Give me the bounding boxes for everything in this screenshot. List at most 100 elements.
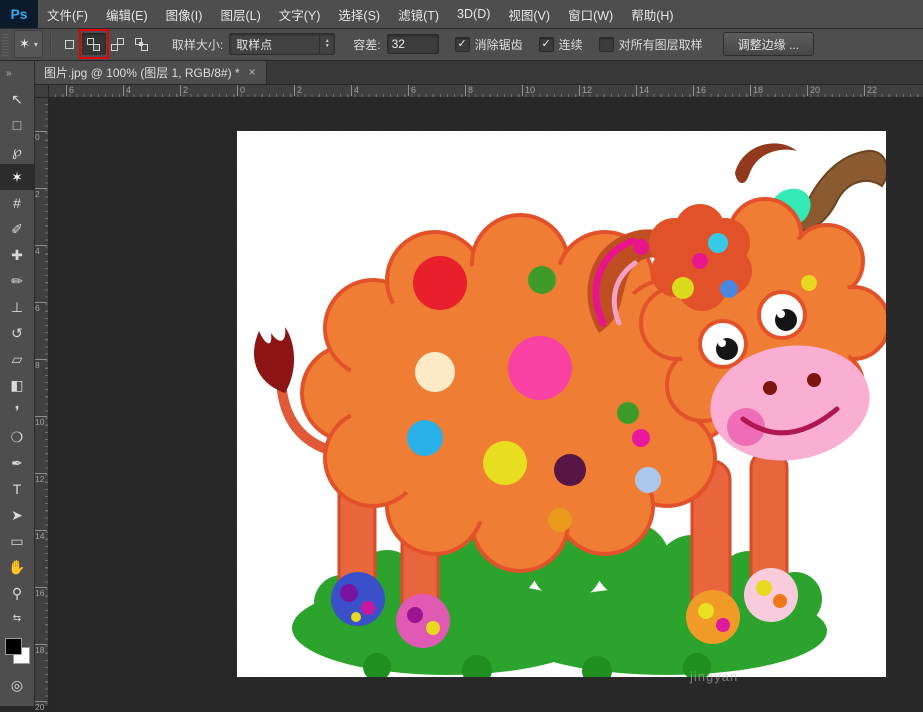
eraser-tool[interactable]: ▱ [0,346,34,372]
blur-tool[interactable]: ❜ [0,398,34,424]
horizontal-ruler[interactable]: 6 4 2 0 2 4 6 8 10 12 14 16 18 20 22 [48,84,923,98]
dodge-tool[interactable]: ❍ [0,424,34,450]
h-ruler-label: 10 [522,85,535,96]
v-ruler-label: 16 [35,587,47,598]
refine-edge-button[interactable]: 调整边缘 ... [723,32,814,56]
selection-mode-group [58,33,154,55]
menu-item-edit[interactable]: 编辑(E) [97,0,157,28]
cow-illustration [237,131,886,677]
flower-dot-cyan [708,233,728,253]
add-to-selection-button[interactable] [82,33,106,55]
tolerance-input[interactable] [387,34,439,54]
tool-preset-picker[interactable]: ✶ ▾ [14,30,43,58]
anti-alias-checkbox[interactable]: ✓ [455,37,470,52]
marquee-tool[interactable]: □ [0,112,34,138]
zoom-tool[interactable]: ⚲ [0,580,34,606]
menu-item-type[interactable]: 文字(Y) [270,0,330,28]
anti-alias-option: ✓ 消除锯齿 [455,36,523,53]
options-bar-grip[interactable] [2,32,9,56]
h-ruler-label: 4 [351,85,359,96]
healing-brush-tool[interactable]: ✚ [0,242,34,268]
eyedropper-tool[interactable]: ✐ [0,216,34,242]
v-ruler-label: 10 [35,416,47,427]
close-icon[interactable]: × [249,65,256,79]
h-ruler-label: 22 [864,85,877,96]
gradient-tool[interactable]: ◧ [0,372,34,398]
intersect-selection-button[interactable] [130,33,154,55]
h-ruler-label: 14 [636,85,649,96]
quick-mask-button[interactable]: ◎ [0,672,34,698]
h-ruler-label: 6 [66,85,74,96]
lasso-tool[interactable]: ℘ [0,138,34,164]
blur-icon: ❜ [15,404,20,418]
lasso-icon: ℘ [12,144,22,158]
dropdown-spinner-icon[interactable]: ▲▼ [319,34,334,54]
h-ruler-label: 4 [123,85,131,96]
menu-bar: Ps 文件(F) 编辑(E) 图像(I) 图层(L) 文字(Y) 选择(S) 滤… [0,0,923,29]
path-selection-icon: ➤ [11,508,23,522]
menu-item-file[interactable]: 文件(F) [38,0,97,28]
type-tool[interactable]: T [0,476,34,502]
marquee-icon: □ [13,118,21,132]
h-ruler-label: 20 [807,85,820,96]
sample-size-dropdown[interactable]: 取样点 ▲▼ [229,33,335,55]
contiguous-checkbox[interactable]: ✓ [539,37,554,52]
h-ruler-label: 2 [294,85,302,96]
right-horn [797,151,886,231]
move-icon: ↖ [11,92,23,106]
tolerance-label: 容差: [353,36,380,53]
menu-item-select[interactable]: 选择(S) [329,0,389,28]
h-ruler-label: 2 [180,85,188,96]
history-brush-tool[interactable]: ↺ [0,320,34,346]
document-title: 图片.jpg @ 100% (图层 1, RGB/8#) * [44,64,240,81]
dodge-icon: ❍ [11,430,24,444]
document-tab[interactable]: 图片.jpg @ 100% (图层 1, RGB/8#) * × [34,60,267,84]
sample-all-layers-option: 对所有图层取样 [599,36,703,53]
v-ruler-label: 4 [35,245,47,256]
magic-wand-tool[interactable]: ✶ [0,164,34,190]
watermark: jingyan [690,669,738,684]
crop-tool[interactable]: # [0,190,34,216]
edit-toolbar-icon: ⇆ [13,612,21,626]
separator [50,33,51,55]
menu-item-layer[interactable]: 图层(L) [211,0,269,28]
brush-tool[interactable]: ✏ [0,268,34,294]
h-ruler-label: 16 [693,85,706,96]
path-selection-tool[interactable]: ➤ [0,502,34,528]
ruler-corner [34,84,49,98]
new-selection-button[interactable] [58,33,82,55]
pen-tool[interactable]: ✒ [0,450,34,476]
canvas[interactable] [237,131,886,677]
eraser-icon: ▱ [12,352,23,366]
eyedropper-icon: ✐ [11,222,23,236]
check-icon: ✓ [458,39,467,50]
vertical-ruler[interactable]: 0 2 4 6 8 10 12 14 16 18 20 [34,97,49,706]
shape-tool[interactable]: ▭ [0,528,34,554]
healing-brush-icon: ✚ [11,248,23,262]
hand-tool[interactable]: ✋ [0,554,34,580]
quick-mask-icon: ◎ [11,678,23,692]
top-horn-curl [735,143,797,183]
edit-toolbar-button[interactable]: ⇆ [0,606,34,632]
menu-item-3d[interactable]: 3D(D) [448,0,499,28]
menu-item-view[interactable]: 视图(V) [499,0,559,28]
h-ruler-label: 6 [408,85,416,96]
v-ruler-label: 14 [35,530,47,541]
magic-wand-icon: ✶ [11,170,23,184]
document-viewport: jingyan [48,97,923,706]
menu-item-window[interactable]: 窗口(W) [559,0,622,28]
menu-item-filter[interactable]: 滤镜(T) [389,0,448,28]
menu-item-help[interactable]: 帮助(H) [622,0,682,28]
tools-panel-collapse[interactable]: » [0,60,34,86]
foreground-color-swatch[interactable] [5,638,22,655]
h-ruler-label: 12 [579,85,592,96]
subtract-from-selection-button[interactable] [106,33,130,55]
head-dot-yellow [801,275,817,291]
move-tool[interactable]: ↖ [0,86,34,112]
crop-icon: # [13,196,21,210]
menu-item-image[interactable]: 图像(I) [157,0,212,28]
clone-stamp-tool[interactable]: ⊥ [0,294,34,320]
type-icon: T [13,482,22,496]
sample-all-layers-checkbox[interactable] [599,37,614,52]
add-to-selection-icon [87,38,100,51]
